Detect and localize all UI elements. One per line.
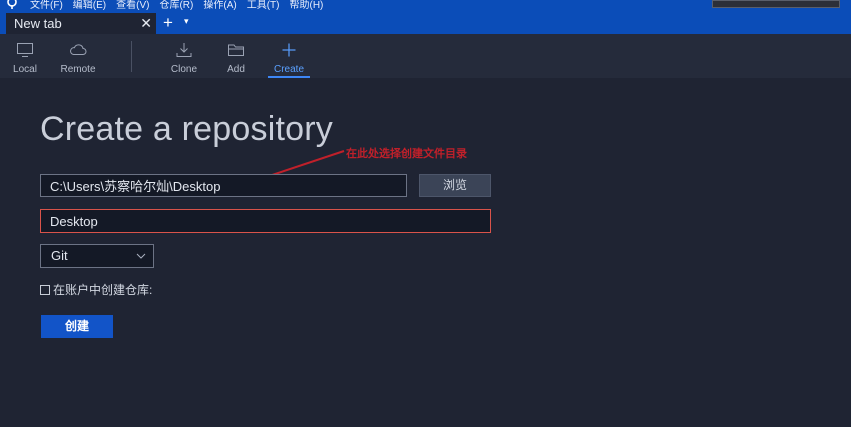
folder-icon bbox=[228, 44, 244, 56]
create-tab-label: Create bbox=[273, 64, 304, 75]
remote-label: Remote bbox=[60, 64, 96, 75]
local-button[interactable]: Local bbox=[10, 34, 40, 78]
account-checkbox[interactable] bbox=[40, 284, 50, 295]
toolbar-divider bbox=[131, 41, 132, 72]
add-button[interactable]: Add bbox=[222, 34, 250, 78]
tab-strip: New tab ✕ + ▾ bbox=[0, 12, 851, 34]
account-checkbox-row[interactable]: 在账户中创建仓库: bbox=[40, 281, 152, 298]
vcs-select-value: Git bbox=[51, 248, 68, 263]
menu-file[interactable]: 文件(F) bbox=[30, 0, 63, 11]
account-checkbox-label: 在账户中创建仓库: bbox=[53, 283, 153, 297]
path-input[interactable] bbox=[40, 174, 407, 197]
toolbar: Local Remote Clone Add Create bbox=[0, 34, 851, 78]
menu-repository[interactable]: 仓库(R) bbox=[159, 0, 193, 11]
menu-help[interactable]: 帮助(H) bbox=[289, 0, 323, 11]
sourcetree-logo-icon bbox=[7, 0, 17, 9]
chevron-down-icon bbox=[136, 253, 146, 259]
menu-tools[interactable]: 工具(T) bbox=[247, 0, 280, 11]
page-title: Create a repository bbox=[40, 110, 333, 148]
create-tab-button[interactable]: Create bbox=[268, 34, 310, 78]
tab-new-tab[interactable]: New tab ✕ bbox=[6, 13, 156, 34]
download-icon bbox=[176, 43, 192, 57]
clone-button[interactable]: Clone bbox=[168, 34, 200, 78]
add-tab-icon[interactable]: + bbox=[160, 13, 176, 33]
clone-label: Clone bbox=[170, 64, 198, 75]
tab-dropdown-icon[interactable]: ▾ bbox=[184, 16, 189, 27]
tab-label: New tab bbox=[14, 16, 62, 31]
menu-actions[interactable]: 操作(A) bbox=[203, 0, 236, 11]
monitor-icon bbox=[17, 43, 33, 57]
menu-edit[interactable]: 编辑(E) bbox=[73, 0, 106, 11]
close-icon[interactable]: ✕ bbox=[140, 15, 152, 32]
cloud-icon bbox=[70, 44, 87, 55]
plus-icon bbox=[282, 43, 296, 57]
window-thumbnail bbox=[712, 0, 840, 8]
vcs-select[interactable]: Git bbox=[40, 244, 154, 268]
annotation-text: 在此处选择创建文件目录 bbox=[346, 148, 467, 160]
menu-bar: 文件(F) 编辑(E) 查看(V) 仓库(R) 操作(A) 工具(T) 帮助(H… bbox=[0, 0, 851, 12]
repo-name-input[interactable] bbox=[40, 209, 491, 233]
local-label: Local bbox=[13, 64, 37, 75]
add-label: Add bbox=[227, 64, 245, 75]
menu-view[interactable]: 查看(V) bbox=[116, 0, 149, 11]
remote-button[interactable]: Remote bbox=[58, 34, 98, 78]
create-button[interactable]: 创建 bbox=[41, 315, 113, 338]
browse-button[interactable]: 浏览 bbox=[419, 174, 491, 197]
menu-items: 文件(F) 编辑(E) 查看(V) 仓库(R) 操作(A) 工具(T) 帮助(H… bbox=[30, 0, 323, 11]
